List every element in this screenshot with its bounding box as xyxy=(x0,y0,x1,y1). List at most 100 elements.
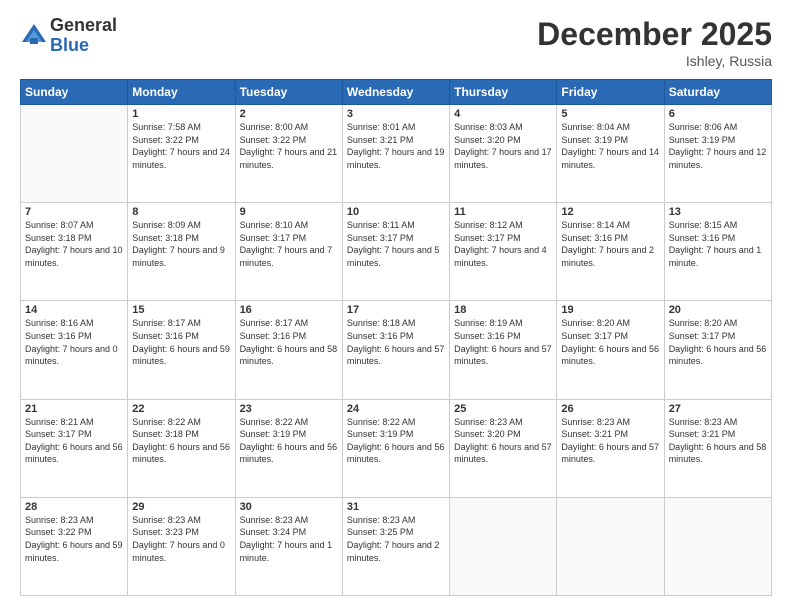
day-number: 6 xyxy=(669,108,767,120)
calendar-header-row: SundayMondayTuesdayWednesdayThursdayFrid… xyxy=(21,80,772,105)
day-number: 13 xyxy=(669,206,767,218)
day-number: 25 xyxy=(454,403,552,415)
calendar-week-row: 1Sunrise: 7:58 AMSunset: 3:22 PMDaylight… xyxy=(21,105,772,203)
day-info: Sunrise: 8:22 AMSunset: 3:18 PMDaylight:… xyxy=(132,416,230,466)
calendar-cell: 29Sunrise: 8:23 AMSunset: 3:23 PMDayligh… xyxy=(128,497,235,595)
weekday-header: Sunday xyxy=(21,80,128,105)
day-number: 17 xyxy=(347,304,445,316)
day-number: 22 xyxy=(132,403,230,415)
day-number: 9 xyxy=(240,206,338,218)
calendar-cell xyxy=(450,497,557,595)
calendar-cell xyxy=(21,105,128,203)
calendar-cell: 15Sunrise: 8:17 AMSunset: 3:16 PMDayligh… xyxy=(128,301,235,399)
day-number: 20 xyxy=(669,304,767,316)
day-number: 10 xyxy=(347,206,445,218)
day-info: Sunrise: 8:17 AMSunset: 3:16 PMDaylight:… xyxy=(240,317,338,367)
header: General Blue December 2025 Ishley, Russi… xyxy=(20,16,772,69)
logo-text: General Blue xyxy=(50,16,117,56)
day-info: Sunrise: 8:07 AMSunset: 3:18 PMDaylight:… xyxy=(25,219,123,269)
calendar-cell: 1Sunrise: 7:58 AMSunset: 3:22 PMDaylight… xyxy=(128,105,235,203)
calendar-cell: 2Sunrise: 8:00 AMSunset: 3:22 PMDaylight… xyxy=(235,105,342,203)
calendar-cell: 7Sunrise: 8:07 AMSunset: 3:18 PMDaylight… xyxy=(21,203,128,301)
calendar-cell: 30Sunrise: 8:23 AMSunset: 3:24 PMDayligh… xyxy=(235,497,342,595)
day-info: Sunrise: 8:16 AMSunset: 3:16 PMDaylight:… xyxy=(25,317,123,367)
day-number: 11 xyxy=(454,206,552,218)
calendar-cell: 13Sunrise: 8:15 AMSunset: 3:16 PMDayligh… xyxy=(664,203,771,301)
day-info: Sunrise: 8:18 AMSunset: 3:16 PMDaylight:… xyxy=(347,317,445,367)
day-number: 4 xyxy=(454,108,552,120)
day-info: Sunrise: 8:04 AMSunset: 3:19 PMDaylight:… xyxy=(561,121,659,171)
logo: General Blue xyxy=(20,16,117,56)
calendar-cell: 24Sunrise: 8:22 AMSunset: 3:19 PMDayligh… xyxy=(342,399,449,497)
day-number: 1 xyxy=(132,108,230,120)
calendar-cell: 6Sunrise: 8:06 AMSunset: 3:19 PMDaylight… xyxy=(664,105,771,203)
day-info: Sunrise: 8:06 AMSunset: 3:19 PMDaylight:… xyxy=(669,121,767,171)
calendar-cell: 17Sunrise: 8:18 AMSunset: 3:16 PMDayligh… xyxy=(342,301,449,399)
day-number: 14 xyxy=(25,304,123,316)
weekday-header: Monday xyxy=(128,80,235,105)
calendar-cell: 27Sunrise: 8:23 AMSunset: 3:21 PMDayligh… xyxy=(664,399,771,497)
day-info: Sunrise: 8:19 AMSunset: 3:16 PMDaylight:… xyxy=(454,317,552,367)
day-info: Sunrise: 7:58 AMSunset: 3:22 PMDaylight:… xyxy=(132,121,230,171)
day-number: 2 xyxy=(240,108,338,120)
calendar-cell: 14Sunrise: 8:16 AMSunset: 3:16 PMDayligh… xyxy=(21,301,128,399)
weekday-header: Saturday xyxy=(664,80,771,105)
day-info: Sunrise: 8:14 AMSunset: 3:16 PMDaylight:… xyxy=(561,219,659,269)
title-block: December 2025 Ishley, Russia xyxy=(537,16,772,69)
calendar: SundayMondayTuesdayWednesdayThursdayFrid… xyxy=(20,79,772,596)
calendar-cell: 28Sunrise: 8:23 AMSunset: 3:22 PMDayligh… xyxy=(21,497,128,595)
weekday-header: Thursday xyxy=(450,80,557,105)
day-info: Sunrise: 8:22 AMSunset: 3:19 PMDaylight:… xyxy=(240,416,338,466)
calendar-cell: 12Sunrise: 8:14 AMSunset: 3:16 PMDayligh… xyxy=(557,203,664,301)
calendar-cell: 11Sunrise: 8:12 AMSunset: 3:17 PMDayligh… xyxy=(450,203,557,301)
day-info: Sunrise: 8:23 AMSunset: 3:21 PMDaylight:… xyxy=(669,416,767,466)
day-number: 16 xyxy=(240,304,338,316)
calendar-cell: 3Sunrise: 8:01 AMSunset: 3:21 PMDaylight… xyxy=(342,105,449,203)
calendar-cell: 16Sunrise: 8:17 AMSunset: 3:16 PMDayligh… xyxy=(235,301,342,399)
calendar-cell: 10Sunrise: 8:11 AMSunset: 3:17 PMDayligh… xyxy=(342,203,449,301)
location: Ishley, Russia xyxy=(537,53,772,69)
day-number: 8 xyxy=(132,206,230,218)
day-number: 30 xyxy=(240,501,338,513)
day-info: Sunrise: 8:23 AMSunset: 3:22 PMDaylight:… xyxy=(25,514,123,564)
calendar-cell: 5Sunrise: 8:04 AMSunset: 3:19 PMDaylight… xyxy=(557,105,664,203)
day-number: 15 xyxy=(132,304,230,316)
calendar-cell xyxy=(557,497,664,595)
calendar-week-row: 14Sunrise: 8:16 AMSunset: 3:16 PMDayligh… xyxy=(21,301,772,399)
day-number: 12 xyxy=(561,206,659,218)
day-info: Sunrise: 8:17 AMSunset: 3:16 PMDaylight:… xyxy=(132,317,230,367)
day-number: 18 xyxy=(454,304,552,316)
calendar-cell: 20Sunrise: 8:20 AMSunset: 3:17 PMDayligh… xyxy=(664,301,771,399)
day-number: 28 xyxy=(25,501,123,513)
day-info: Sunrise: 8:23 AMSunset: 3:23 PMDaylight:… xyxy=(132,514,230,564)
weekday-header: Wednesday xyxy=(342,80,449,105)
day-number: 23 xyxy=(240,403,338,415)
calendar-cell: 4Sunrise: 8:03 AMSunset: 3:20 PMDaylight… xyxy=(450,105,557,203)
day-number: 5 xyxy=(561,108,659,120)
day-number: 3 xyxy=(347,108,445,120)
logo-icon xyxy=(20,22,48,50)
weekday-header: Tuesday xyxy=(235,80,342,105)
day-number: 24 xyxy=(347,403,445,415)
logo-blue: Blue xyxy=(50,36,117,56)
day-info: Sunrise: 8:20 AMSunset: 3:17 PMDaylight:… xyxy=(669,317,767,367)
calendar-week-row: 21Sunrise: 8:21 AMSunset: 3:17 PMDayligh… xyxy=(21,399,772,497)
weekday-header: Friday xyxy=(557,80,664,105)
calendar-cell: 23Sunrise: 8:22 AMSunset: 3:19 PMDayligh… xyxy=(235,399,342,497)
day-number: 26 xyxy=(561,403,659,415)
day-info: Sunrise: 8:23 AMSunset: 3:25 PMDaylight:… xyxy=(347,514,445,564)
calendar-cell: 19Sunrise: 8:20 AMSunset: 3:17 PMDayligh… xyxy=(557,301,664,399)
day-info: Sunrise: 8:23 AMSunset: 3:21 PMDaylight:… xyxy=(561,416,659,466)
day-info: Sunrise: 8:09 AMSunset: 3:18 PMDaylight:… xyxy=(132,219,230,269)
day-info: Sunrise: 8:00 AMSunset: 3:22 PMDaylight:… xyxy=(240,121,338,171)
day-info: Sunrise: 8:20 AMSunset: 3:17 PMDaylight:… xyxy=(561,317,659,367)
calendar-cell xyxy=(664,497,771,595)
day-info: Sunrise: 8:01 AMSunset: 3:21 PMDaylight:… xyxy=(347,121,445,171)
calendar-cell: 31Sunrise: 8:23 AMSunset: 3:25 PMDayligh… xyxy=(342,497,449,595)
day-number: 29 xyxy=(132,501,230,513)
page: General Blue December 2025 Ishley, Russi… xyxy=(0,0,792,612)
day-info: Sunrise: 8:03 AMSunset: 3:20 PMDaylight:… xyxy=(454,121,552,171)
logo-general: General xyxy=(50,16,117,36)
calendar-week-row: 28Sunrise: 8:23 AMSunset: 3:22 PMDayligh… xyxy=(21,497,772,595)
calendar-week-row: 7Sunrise: 8:07 AMSunset: 3:18 PMDaylight… xyxy=(21,203,772,301)
